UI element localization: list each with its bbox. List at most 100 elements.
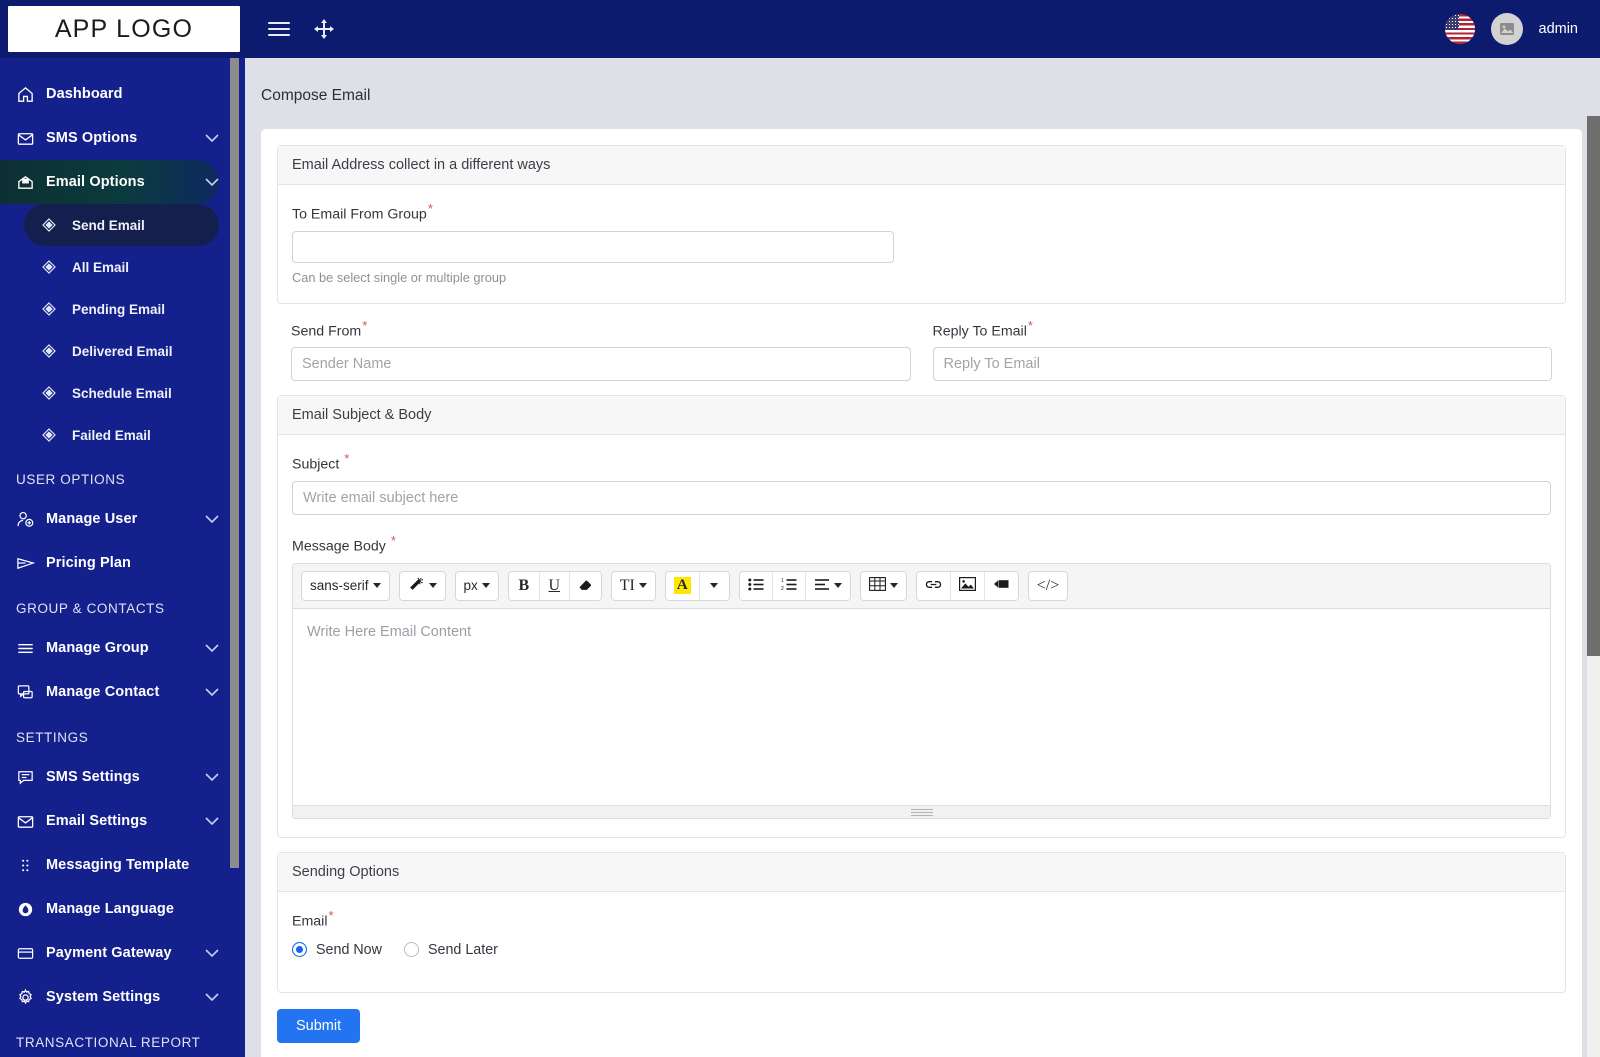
text-color-dropdown[interactable] bbox=[698, 571, 729, 600]
radio-send-now[interactable]: Send Now bbox=[292, 942, 382, 958]
reply-to-email-input[interactable] bbox=[932, 347, 1552, 382]
message-body-label-text: Message Body bbox=[292, 538, 386, 555]
chevron-down-icon bbox=[205, 133, 219, 143]
page-scrollbar-thumb[interactable] bbox=[1587, 116, 1600, 656]
app-logo[interactable]: APP LOGO bbox=[8, 6, 240, 52]
sidebar-subitem-schedule-email[interactable]: Schedule Email bbox=[24, 372, 219, 414]
hamburger-icon[interactable] bbox=[268, 21, 290, 37]
sidebar-item-label: System Settings bbox=[46, 989, 161, 1005]
sidebar-subitem-pending-email[interactable]: Pending Email bbox=[24, 288, 219, 330]
table-group bbox=[859, 570, 907, 601]
clear-format-button[interactable] bbox=[568, 571, 601, 600]
sidebar-item-sms-options[interactable]: SMS Options bbox=[0, 116, 219, 160]
sidebar-subitem-failed-email[interactable]: Failed Email bbox=[24, 414, 219, 456]
radio-send-later[interactable]: Send Later bbox=[403, 942, 498, 958]
required-asterisk: * bbox=[328, 907, 334, 923]
svg-text:2: 2 bbox=[781, 586, 784, 591]
video-button[interactable] bbox=[983, 571, 1018, 600]
align-icon bbox=[814, 578, 830, 594]
radio-send-now-dot[interactable] bbox=[292, 942, 307, 958]
table-button[interactable] bbox=[860, 571, 906, 600]
reply-to-email-field: Reply To Email* bbox=[932, 318, 1552, 382]
submit-button[interactable]: Submit bbox=[277, 1008, 361, 1043]
code-view-button[interactable]: </> bbox=[1028, 571, 1068, 600]
font-size-unit-select[interactable]: px bbox=[455, 571, 498, 600]
message-body-editable[interactable]: Write Here Email Content bbox=[293, 608, 1550, 805]
bold-button[interactable]: B bbox=[508, 571, 539, 600]
magic-wand-style-button[interactable] bbox=[399, 571, 445, 600]
user-add-icon bbox=[16, 510, 46, 529]
chevron-down-icon bbox=[205, 514, 219, 524]
underline-button[interactable]: U bbox=[538, 571, 569, 600]
sidebar-subitem-all-email[interactable]: All Email bbox=[24, 246, 219, 288]
sidebar-item-sms-settings[interactable]: SMS Settings bbox=[0, 755, 219, 799]
page-scrollbar-track[interactable] bbox=[1587, 116, 1600, 1057]
top-bar: APP LOGO admin bbox=[0, 0, 1600, 58]
sidebar-subitem-label: Pending Email bbox=[72, 301, 166, 317]
chevron-down-icon bbox=[481, 583, 490, 589]
sidebar-item-system-settings[interactable]: System Settings bbox=[0, 975, 219, 1019]
ordered-list-button[interactable]: 12 bbox=[771, 571, 805, 600]
text-format-group: B U bbox=[507, 570, 602, 601]
sidebar-scrollbar-track[interactable] bbox=[230, 58, 242, 1057]
sidebar-item-messaging-template[interactable]: Messaging Template bbox=[0, 843, 219, 887]
diamond-icon bbox=[42, 302, 72, 316]
sidebar-scrollbar-thumb[interactable] bbox=[230, 58, 239, 868]
font-family-select[interactable]: sans-serif bbox=[302, 571, 389, 600]
magic-wand-icon bbox=[408, 577, 425, 595]
avatar[interactable] bbox=[1490, 13, 1523, 45]
sidebar-item-manage-contact[interactable]: Manage Contact bbox=[0, 670, 219, 714]
sidebar-item-payment-gateway[interactable]: Payment Gateway bbox=[0, 931, 219, 975]
subject-label-text: Subject bbox=[292, 457, 340, 474]
message-body-label: Message Body * bbox=[292, 533, 396, 555]
sidebar-subitem-label: Delivered Email bbox=[72, 343, 173, 359]
sidebar-subitem-send-email[interactable]: Send Email bbox=[24, 204, 219, 246]
sidebar-section-group-contacts: GROUP & CONTACTS bbox=[16, 601, 165, 616]
sidebar-subitem-delivered-email[interactable]: Delivered Email bbox=[24, 330, 219, 372]
text-color-button[interactable]: A bbox=[665, 571, 699, 600]
home-icon bbox=[16, 85, 46, 104]
diamond-icon bbox=[42, 386, 72, 400]
sidebar-item-pricing-plan[interactable]: Pricing Plan bbox=[0, 541, 219, 585]
email-sending-label-text: Email bbox=[292, 913, 328, 930]
chevron-down-icon bbox=[205, 948, 219, 958]
page-title: Compose Email bbox=[261, 87, 371, 104]
text-style-button[interactable]: TI bbox=[611, 571, 655, 600]
sidebar-section-transactional-report: TRANSACTIONAL REPORT bbox=[16, 1035, 201, 1050]
sidebar-item-dashboard[interactable]: Dashboard bbox=[0, 72, 219, 116]
subject-input[interactable] bbox=[292, 481, 1551, 516]
sidebar-item-manage-language[interactable]: Manage Language bbox=[0, 887, 219, 931]
link-button[interactable] bbox=[916, 571, 950, 600]
resize-grip-icon bbox=[910, 808, 933, 818]
to-email-from-group-input[interactable] bbox=[292, 230, 894, 263]
numbered-list-icon: 12 bbox=[781, 578, 797, 594]
sidebar-item-email-options[interactable]: Email Options bbox=[0, 160, 219, 204]
radio-send-later-dot[interactable] bbox=[403, 942, 419, 958]
align-button[interactable] bbox=[804, 571, 850, 600]
us-flag-icon[interactable] bbox=[1444, 14, 1475, 44]
insert-group bbox=[915, 570, 1019, 601]
sidebar-item-manage-user[interactable]: Manage User bbox=[0, 497, 219, 541]
to-email-from-group-label: To Email From Group* bbox=[292, 201, 433, 223]
unordered-list-button[interactable] bbox=[739, 571, 772, 600]
required-asterisk: * bbox=[390, 533, 396, 549]
image-button[interactable] bbox=[949, 571, 984, 600]
chevron-down-icon bbox=[889, 583, 898, 589]
svg-text:1: 1 bbox=[781, 578, 784, 584]
video-icon bbox=[993, 578, 1010, 593]
text-style-label: TI bbox=[619, 576, 635, 594]
sidebar-item-manage-group[interactable]: Manage Group bbox=[0, 626, 219, 670]
arrows-move-icon[interactable] bbox=[314, 19, 334, 39]
sidebar-item-label: Manage User bbox=[46, 511, 138, 527]
diamond-icon bbox=[42, 344, 72, 358]
sidebar-item-email-settings[interactable]: Email Settings bbox=[0, 799, 219, 843]
panel-email-address-heading: Email Address collect in a different way… bbox=[278, 146, 1565, 185]
sidebar-item-label: SMS Settings bbox=[46, 769, 140, 785]
envelope-icon bbox=[16, 812, 46, 831]
panel-subject-body-heading: Email Subject & Body bbox=[278, 396, 1565, 436]
send-from-input[interactable] bbox=[291, 347, 911, 382]
editor-resize-bar[interactable] bbox=[293, 804, 1550, 818]
sidebar-item-label: Messaging Template bbox=[46, 857, 190, 873]
topbar-right: admin bbox=[1444, 13, 1600, 45]
email-sending-label: Email* bbox=[292, 908, 334, 930]
